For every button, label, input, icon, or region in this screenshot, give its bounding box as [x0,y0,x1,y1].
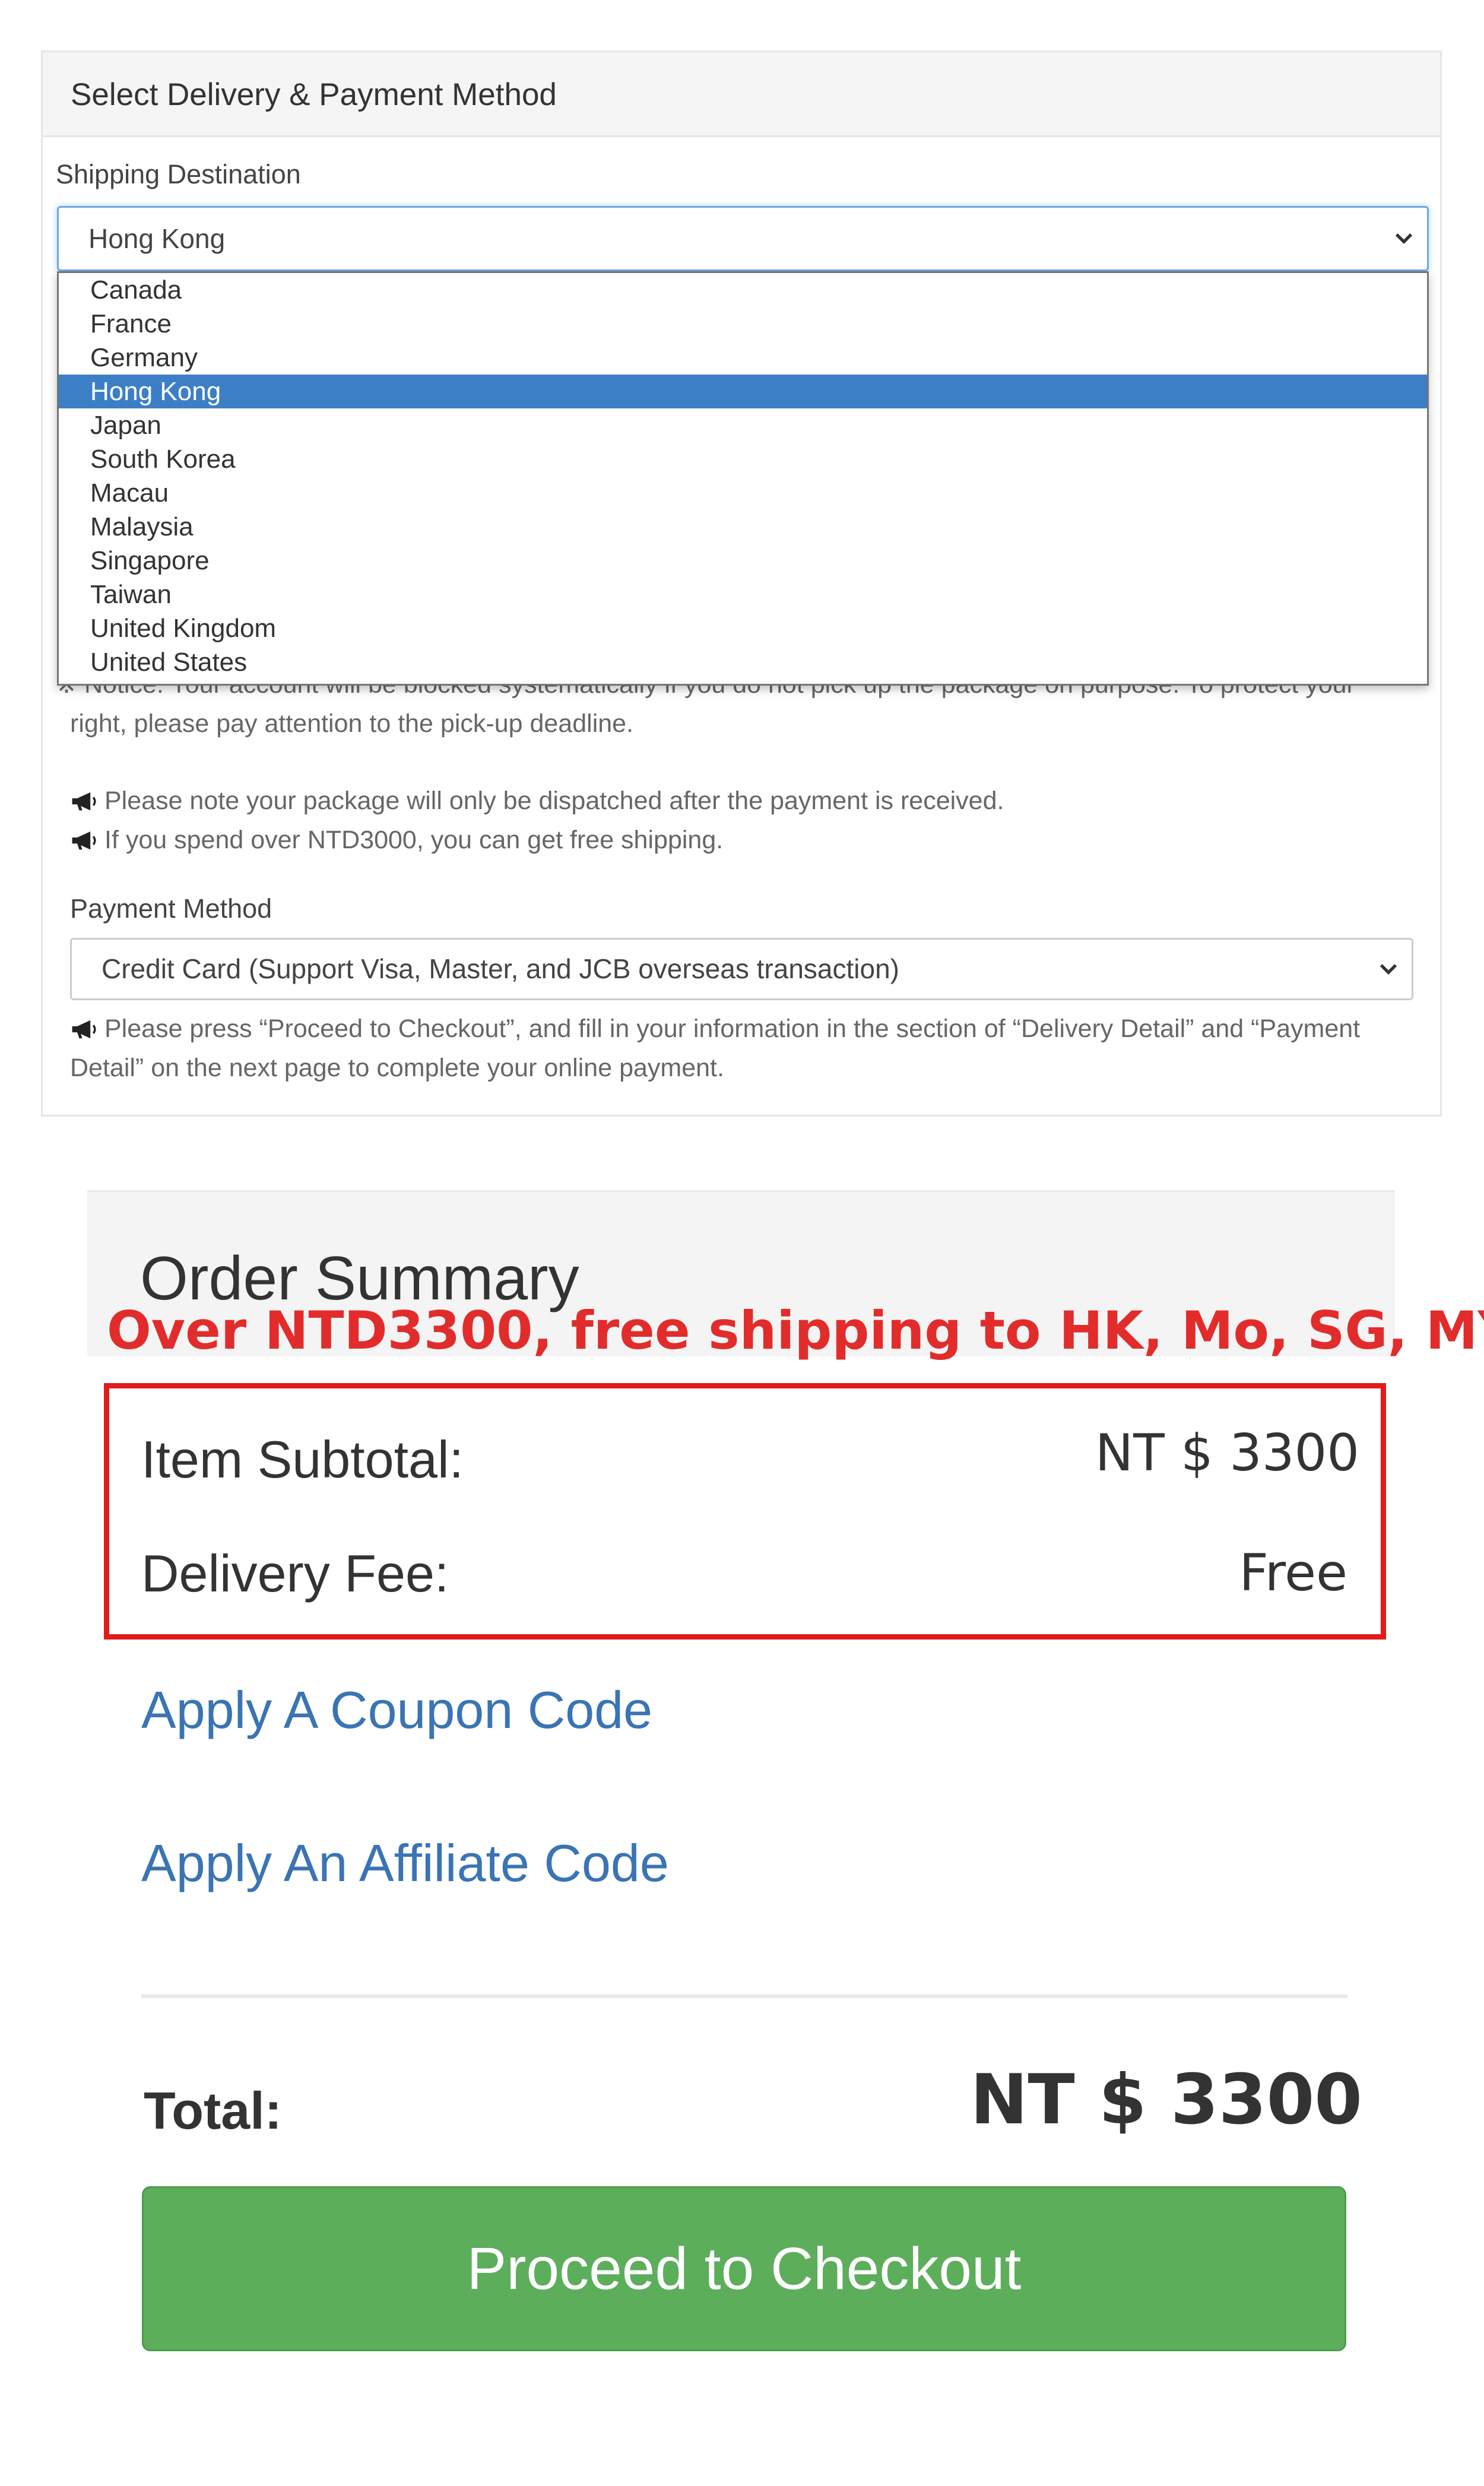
chevron-down-icon [1380,963,1397,975]
total-value: NT $ 3300 [970,2060,1362,2140]
payment-method-select[interactable]: Credit Card (Support Visa, Master, and J… [70,938,1413,1000]
shipping-destination-select[interactable]: Hong Kong [57,206,1429,271]
item-subtotal-label: Item Subtotal: [141,1430,464,1489]
chevron-down-icon [1395,233,1413,244]
proceed-to-checkout-button[interactable]: Proceed to Checkout [142,2186,1346,2351]
shipping-destination-dropdown: Canada France Germany Hong Kong Japan So… [57,271,1429,686]
pickup-notice-end: right, please pay attention to the pick-… [70,709,634,738]
payment-method-label: Payment Method [70,893,272,924]
option-united-kingdom[interactable]: United Kingdom [59,611,1427,645]
payment-note-line2: Detail” on the next page to complete you… [70,1054,724,1082]
apply-affiliate-link[interactable]: Apply An Affiliate Code [141,1833,669,1894]
option-japan[interactable]: Japan [59,408,1427,442]
free-shipping-promo: Over NTD3300, free shipping to HK, Mo, S… [107,1300,1484,1361]
shipping-destination-value: Hong Kong [88,223,226,254]
delivery-fee-label: Delivery Fee: [141,1544,449,1603]
shipping-destination-label: Shipping Destination [56,159,301,189]
option-canada[interactable]: Canada [59,273,1427,307]
payment-note: Please press “Proceed to Checkout”, and … [70,1009,1360,1048]
payment-method-value: Credit Card (Support Visa, Master, and J… [102,953,899,984]
delivery-fee-value: Free [1239,1543,1348,1603]
option-singapore[interactable]: Singapore [59,544,1427,578]
free-shipping-note-text: If you spend over NTD3000, you can get f… [104,826,724,854]
apply-coupon-link[interactable]: Apply A Coupon Code [141,1680,652,1740]
summary-divider [141,1994,1347,1998]
megaphone-icon [72,831,96,850]
free-shipping-note: If you spend over NTD3000, you can get f… [70,820,723,860]
dispatch-note: Please note your package will only be di… [70,781,1004,820]
payment-note-line1: Please press “Proceed to Checkout”, and … [104,1014,1361,1043]
option-macau[interactable]: Macau [59,476,1427,510]
option-malaysia[interactable]: Malaysia [59,510,1427,544]
item-subtotal-value: NT $ 3300 [1095,1423,1359,1483]
option-germany[interactable]: Germany [59,341,1427,375]
option-south-korea[interactable]: South Korea [59,442,1427,476]
panel-title: Select Delivery & Payment Method [43,52,1440,137]
option-france[interactable]: France [59,307,1427,341]
megaphone-icon [72,792,96,811]
megaphone-icon [72,1020,96,1039]
option-united-states[interactable]: United States [59,645,1427,679]
dispatch-note-text: Please note your package will only be di… [104,787,1004,815]
total-label: Total: [144,2081,282,2140]
option-taiwan[interactable]: Taiwan [59,578,1427,611]
option-hong-kong[interactable]: Hong Kong [59,375,1427,408]
